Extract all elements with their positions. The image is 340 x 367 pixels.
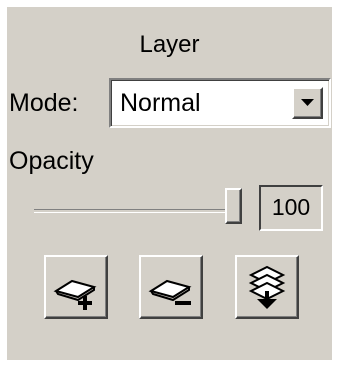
delete-layer-button[interactable] bbox=[139, 255, 203, 319]
dropdown-arrow-button[interactable] bbox=[292, 87, 323, 119]
chevron-down-icon bbox=[301, 99, 314, 106]
opacity-value-field[interactable]: 100 bbox=[259, 185, 323, 231]
layer-merge-down-icon bbox=[248, 265, 286, 309]
merge-layers-button[interactable] bbox=[235, 255, 299, 319]
layer-panel: Layer Mode: Normal Opacity 100 bbox=[7, 7, 332, 360]
opacity-label: Opacity bbox=[9, 147, 94, 175]
mode-dropdown[interactable]: Normal bbox=[109, 78, 331, 128]
mode-label: Mode: bbox=[9, 89, 79, 117]
opacity-slider-thumb[interactable] bbox=[224, 188, 242, 224]
mode-value: Normal bbox=[120, 89, 201, 117]
layer-add-icon bbox=[53, 279, 97, 310]
new-layer-button[interactable] bbox=[44, 255, 108, 319]
layer-remove-icon bbox=[148, 279, 192, 305]
panel-title: Layer bbox=[139, 31, 200, 58]
opacity-slider-track[interactable] bbox=[34, 209, 239, 213]
